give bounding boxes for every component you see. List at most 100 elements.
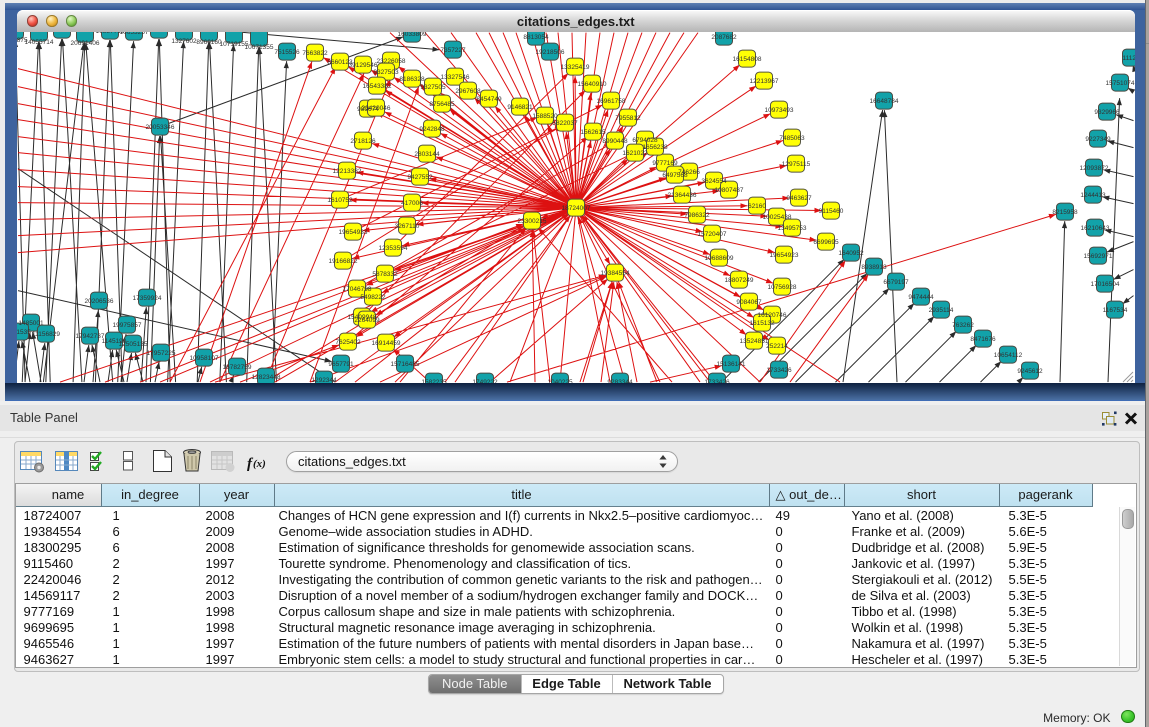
svg-text:17942737: 17942737 <box>76 333 105 340</box>
svg-text:10688609: 10688609 <box>705 255 734 262</box>
svg-text:5878332: 5878332 <box>372 271 398 278</box>
svg-text:16782759: 16782759 <box>223 364 252 371</box>
svg-text:15692971: 15692971 <box>1084 253 1113 260</box>
svg-text:1615132: 1615132 <box>749 320 775 327</box>
svg-text:16543382: 16543382 <box>363 83 392 90</box>
svg-text:5822037: 5822037 <box>552 120 578 127</box>
svg-text:6679197: 6679197 <box>883 279 909 286</box>
svg-text:10025438: 10025438 <box>763 214 792 221</box>
svg-text:16210643: 16210643 <box>1081 225 1110 232</box>
svg-text:19654923: 19654923 <box>770 252 799 259</box>
svg-text:12975115: 12975115 <box>782 161 811 168</box>
svg-text:417006: 417006 <box>401 200 423 207</box>
svg-text:1640952: 1640952 <box>838 250 864 257</box>
svg-text:16154808: 16154808 <box>733 56 762 63</box>
svg-text:13495753: 13495753 <box>778 225 807 232</box>
svg-text:10671355: 10671355 <box>245 44 274 51</box>
svg-text:20206536: 20206536 <box>85 298 114 305</box>
svg-text:9327503: 9327503 <box>373 69 399 76</box>
svg-text:9463627: 9463627 <box>786 195 812 202</box>
svg-text:8215958: 8215958 <box>1052 209 1078 216</box>
svg-text:12213967: 12213967 <box>750 78 779 85</box>
svg-text:19654933: 19654933 <box>339 229 368 236</box>
svg-text:2718126: 2718126 <box>350 138 376 145</box>
svg-text:9242848: 9242848 <box>419 126 445 133</box>
svg-text:15640910: 15640910 <box>578 81 607 88</box>
svg-text:20053346: 20053346 <box>146 124 175 131</box>
svg-text:19384554: 19384554 <box>601 270 630 277</box>
svg-text:23420046: 23420046 <box>362 105 391 112</box>
svg-text:1582235: 1582235 <box>421 379 447 383</box>
svg-text:19975857: 19975857 <box>113 322 142 329</box>
svg-text:1040225: 1040225 <box>547 379 573 383</box>
svg-text:14055714: 14055714 <box>25 39 54 46</box>
svg-text:10654112: 10654112 <box>994 352 1023 359</box>
svg-text:1656238: 1656238 <box>642 144 668 151</box>
svg-text:9327505: 9327505 <box>420 84 446 91</box>
svg-text:6497568: 6497568 <box>662 172 688 179</box>
svg-text:9329966: 9329966 <box>1094 109 1120 116</box>
svg-text:7357227: 7357227 <box>440 47 466 54</box>
svg-text:5498222: 5498222 <box>360 294 386 301</box>
svg-text:10807487: 10807487 <box>715 187 744 194</box>
svg-text:9084067: 9084067 <box>736 299 762 306</box>
svg-text:10973493: 10973493 <box>765 107 794 114</box>
svg-text:2264099: 2264099 <box>354 317 380 324</box>
svg-text:2967608: 2967608 <box>455 88 481 95</box>
svg-text:1853287: 1853287 <box>146 32 172 34</box>
svg-text:13327546: 13327546 <box>441 74 470 81</box>
svg-text:7485063: 7485063 <box>779 135 805 142</box>
svg-text:1167534: 1167534 <box>1103 307 1128 314</box>
svg-text:9115460: 9115460 <box>819 208 844 215</box>
svg-text:19166822: 19166822 <box>329 258 358 265</box>
svg-text:8990448: 8990448 <box>602 138 628 145</box>
svg-text:10653257: 10653257 <box>120 32 149 36</box>
svg-text:15751074: 15751074 <box>1106 80 1135 87</box>
svg-text:21364436: 21364436 <box>668 192 697 199</box>
svg-text:23300215: 23300215 <box>518 218 547 225</box>
svg-text:2935114: 2935114 <box>929 307 954 314</box>
svg-text:20691406: 20691406 <box>71 40 100 47</box>
svg-text:9227349: 9227349 <box>1085 136 1111 143</box>
svg-text:1610752: 1610752 <box>327 197 353 204</box>
svg-text:556121: 556121 <box>51 32 73 34</box>
svg-text:17359924: 17359924 <box>133 295 162 302</box>
svg-text:8186328: 8186328 <box>399 76 425 83</box>
svg-text:15716485: 15716485 <box>391 361 420 368</box>
svg-text:19218506: 19218506 <box>536 49 565 56</box>
svg-text:62160: 62160 <box>748 203 766 210</box>
svg-text:1588520: 1588520 <box>532 113 558 120</box>
svg-text:18807249: 18807249 <box>725 277 754 284</box>
svg-text:17957225: 17957225 <box>147 350 176 357</box>
svg-text:7625402: 7625402 <box>335 339 361 346</box>
svg-text:2087682: 2087682 <box>711 34 737 41</box>
svg-text:18724007: 18724007 <box>562 205 591 212</box>
svg-text:1749222: 1749222 <box>472 379 498 383</box>
svg-text:2803144: 2803144 <box>414 151 440 158</box>
svg-text:12823448: 12823448 <box>252 374 281 381</box>
svg-text:9146821: 9146821 <box>507 104 533 111</box>
svg-text:16033809: 16033809 <box>398 32 427 38</box>
svg-text:15720407: 15720407 <box>698 231 727 238</box>
svg-text:1621022: 1621022 <box>622 150 648 157</box>
svg-text:23226058: 23226058 <box>377 58 406 65</box>
svg-text:1292344: 1292344 <box>311 377 337 383</box>
svg-text:15136141: 15136141 <box>717 361 746 368</box>
svg-text:8471676: 8471676 <box>970 336 996 343</box>
svg-text:8454749: 8454749 <box>476 96 502 103</box>
svg-text:8813054: 8813054 <box>523 34 549 41</box>
svg-text:252214: 252214 <box>766 343 788 350</box>
svg-text:12353594: 12353594 <box>379 245 408 252</box>
svg-text:13325419: 13325419 <box>561 64 590 71</box>
svg-text:991535: 991535 <box>17 329 31 336</box>
svg-text:(x): (x) <box>253 458 266 470</box>
svg-text:17016504: 17016504 <box>1091 281 1120 288</box>
svg-text:8966160: 8966160 <box>196 39 222 46</box>
svg-text:3624554: 3624554 <box>701 178 727 185</box>
svg-text:17046798: 17046798 <box>343 286 372 293</box>
svg-text:9777169: 9777169 <box>652 160 678 167</box>
svg-text:10958107: 10958107 <box>190 355 219 362</box>
svg-text:1327602: 1327602 <box>171 38 197 45</box>
svg-text:12093872: 12093872 <box>1080 165 1109 172</box>
svg-text:8756485: 8756485 <box>429 101 455 108</box>
